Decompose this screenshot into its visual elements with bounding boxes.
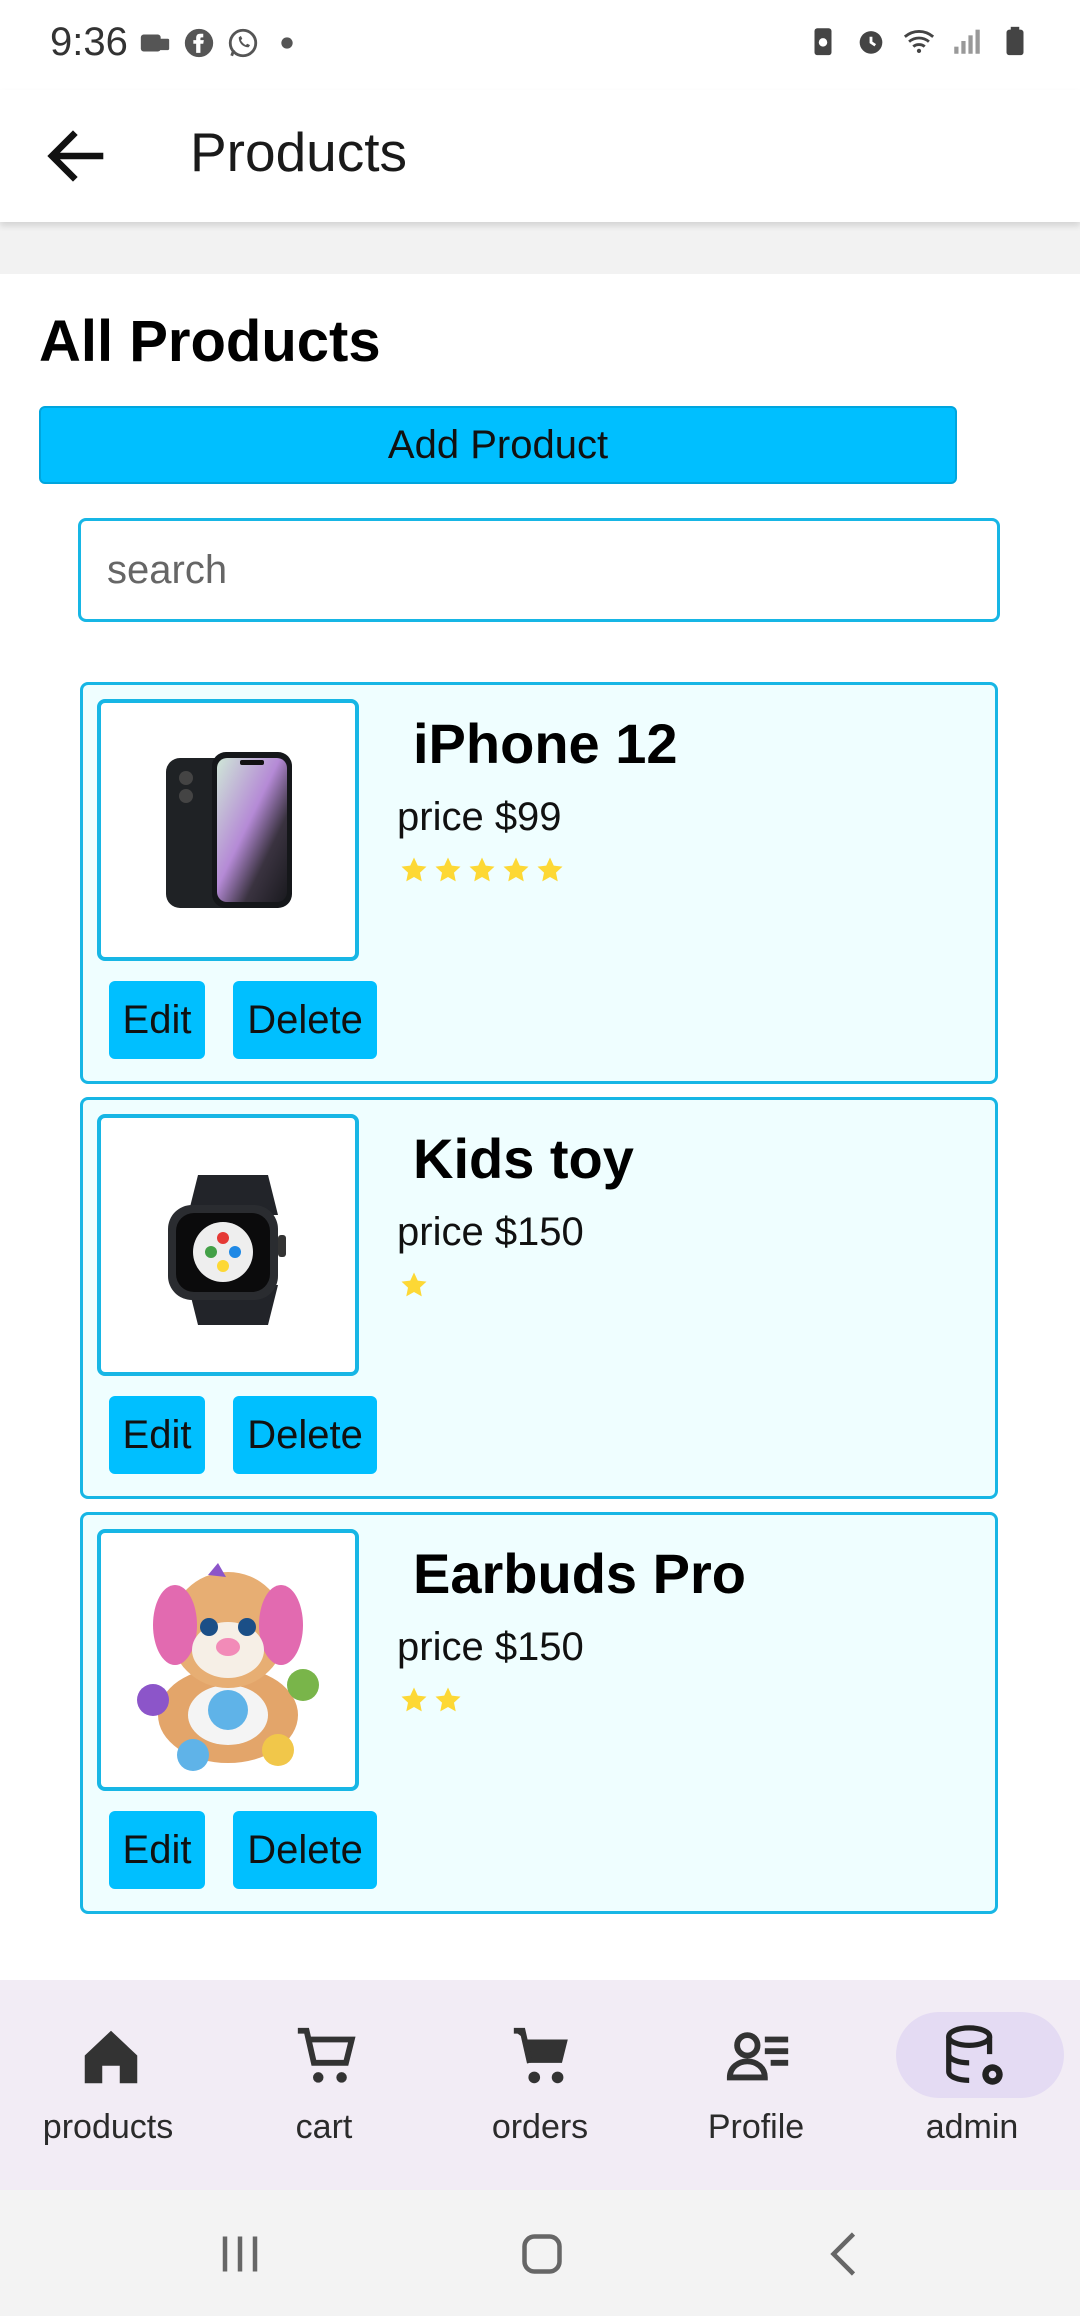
system-back-icon[interactable]: [816, 2224, 876, 2284]
product-image: [97, 1114, 359, 1376]
recent-apps-icon[interactable]: [210, 2224, 270, 2284]
rating-stars: [399, 1685, 463, 1715]
edit-button[interactable]: Edit: [109, 1396, 205, 1474]
dot-icon: [281, 37, 293, 49]
facebook-icon: [184, 28, 214, 58]
battery-saver-icon: [814, 28, 832, 56]
status-time: 9:36: [50, 20, 128, 64]
back-arrow-icon[interactable]: [40, 120, 112, 192]
system-navigation-bar: [0, 2190, 1080, 2316]
cart-outline-icon: [297, 2027, 356, 2083]
star-icon: [401, 1687, 427, 1712]
divider-band: [0, 222, 1080, 274]
wifi-icon: [903, 30, 935, 54]
signal-icon: [954, 29, 980, 54]
star-icon: [537, 857, 563, 882]
delete-button[interactable]: Delete: [233, 1396, 377, 1474]
add-product-button[interactable]: Add Product: [39, 406, 957, 484]
product-image: [97, 1529, 359, 1791]
product-card: Kids toy price $150 Edit Delete: [80, 1097, 998, 1499]
product-price: price $150: [397, 1625, 584, 1669]
star-icon: [401, 1272, 427, 1297]
nav-item-profile[interactable]: Profile: [648, 1980, 864, 2190]
whatsapp-icon: [228, 28, 258, 58]
star-icon: [469, 857, 495, 882]
product-price: price $99: [397, 795, 562, 839]
alarm-icon: [859, 31, 883, 54]
nav-item-products[interactable]: products: [0, 1980, 216, 2190]
star-icon: [401, 857, 427, 882]
product-image: [97, 699, 359, 961]
battery-icon: [1006, 26, 1024, 56]
notification-icon: [140, 34, 170, 52]
nav-item-cart[interactable]: cart: [216, 1980, 432, 2190]
nav-item-admin[interactable]: admin: [864, 1980, 1080, 2190]
star-icon: [435, 1687, 461, 1712]
cart-filled-icon: [513, 2027, 568, 2084]
status-bar: 9:36: [0, 0, 1080, 90]
watch-image: [168, 1175, 286, 1325]
edit-button[interactable]: Edit: [109, 981, 205, 1059]
product-name: Kids toy: [413, 1127, 634, 1190]
section-title: All Products: [39, 309, 381, 374]
plush-toy-image: [137, 1563, 319, 1771]
nav-label: Profile: [707, 2108, 805, 2146]
product-card: iPhone 12 price $99 Edit Delete: [80, 682, 998, 1084]
delete-button[interactable]: Delete: [233, 981, 377, 1059]
product-price: price $150: [397, 1210, 584, 1254]
nav-label: admin: [925, 2108, 1019, 2146]
app-bar: Products: [0, 90, 1080, 222]
nav-item-orders[interactable]: orders: [432, 1980, 648, 2190]
rating-stars: [399, 1270, 429, 1300]
product-name: Earbuds Pro: [413, 1542, 746, 1605]
home-icon: [84, 2030, 138, 2084]
home-button-icon[interactable]: [512, 2224, 572, 2284]
profile-list-icon: [726, 2032, 789, 2081]
product-card: Earbuds Pro price $150 Edit Delete: [80, 1512, 998, 1914]
edit-button[interactable]: Edit: [109, 1811, 205, 1889]
nav-label: orders: [491, 2108, 589, 2146]
nav-label: products: [42, 2108, 174, 2146]
iphone-image: [166, 752, 292, 908]
page-title: Products: [190, 121, 408, 183]
delete-button[interactable]: Delete: [233, 1811, 377, 1889]
nav-label: cart: [295, 2108, 353, 2146]
star-icon: [503, 857, 529, 882]
database-gear-icon: [946, 2025, 1003, 2085]
star-icon: [435, 857, 461, 882]
search-input[interactable]: [78, 518, 1000, 622]
bottom-navigation: products cart orders Profile admin: [0, 1980, 1080, 2190]
product-name: iPhone 12: [413, 712, 678, 775]
rating-stars: [399, 855, 565, 885]
